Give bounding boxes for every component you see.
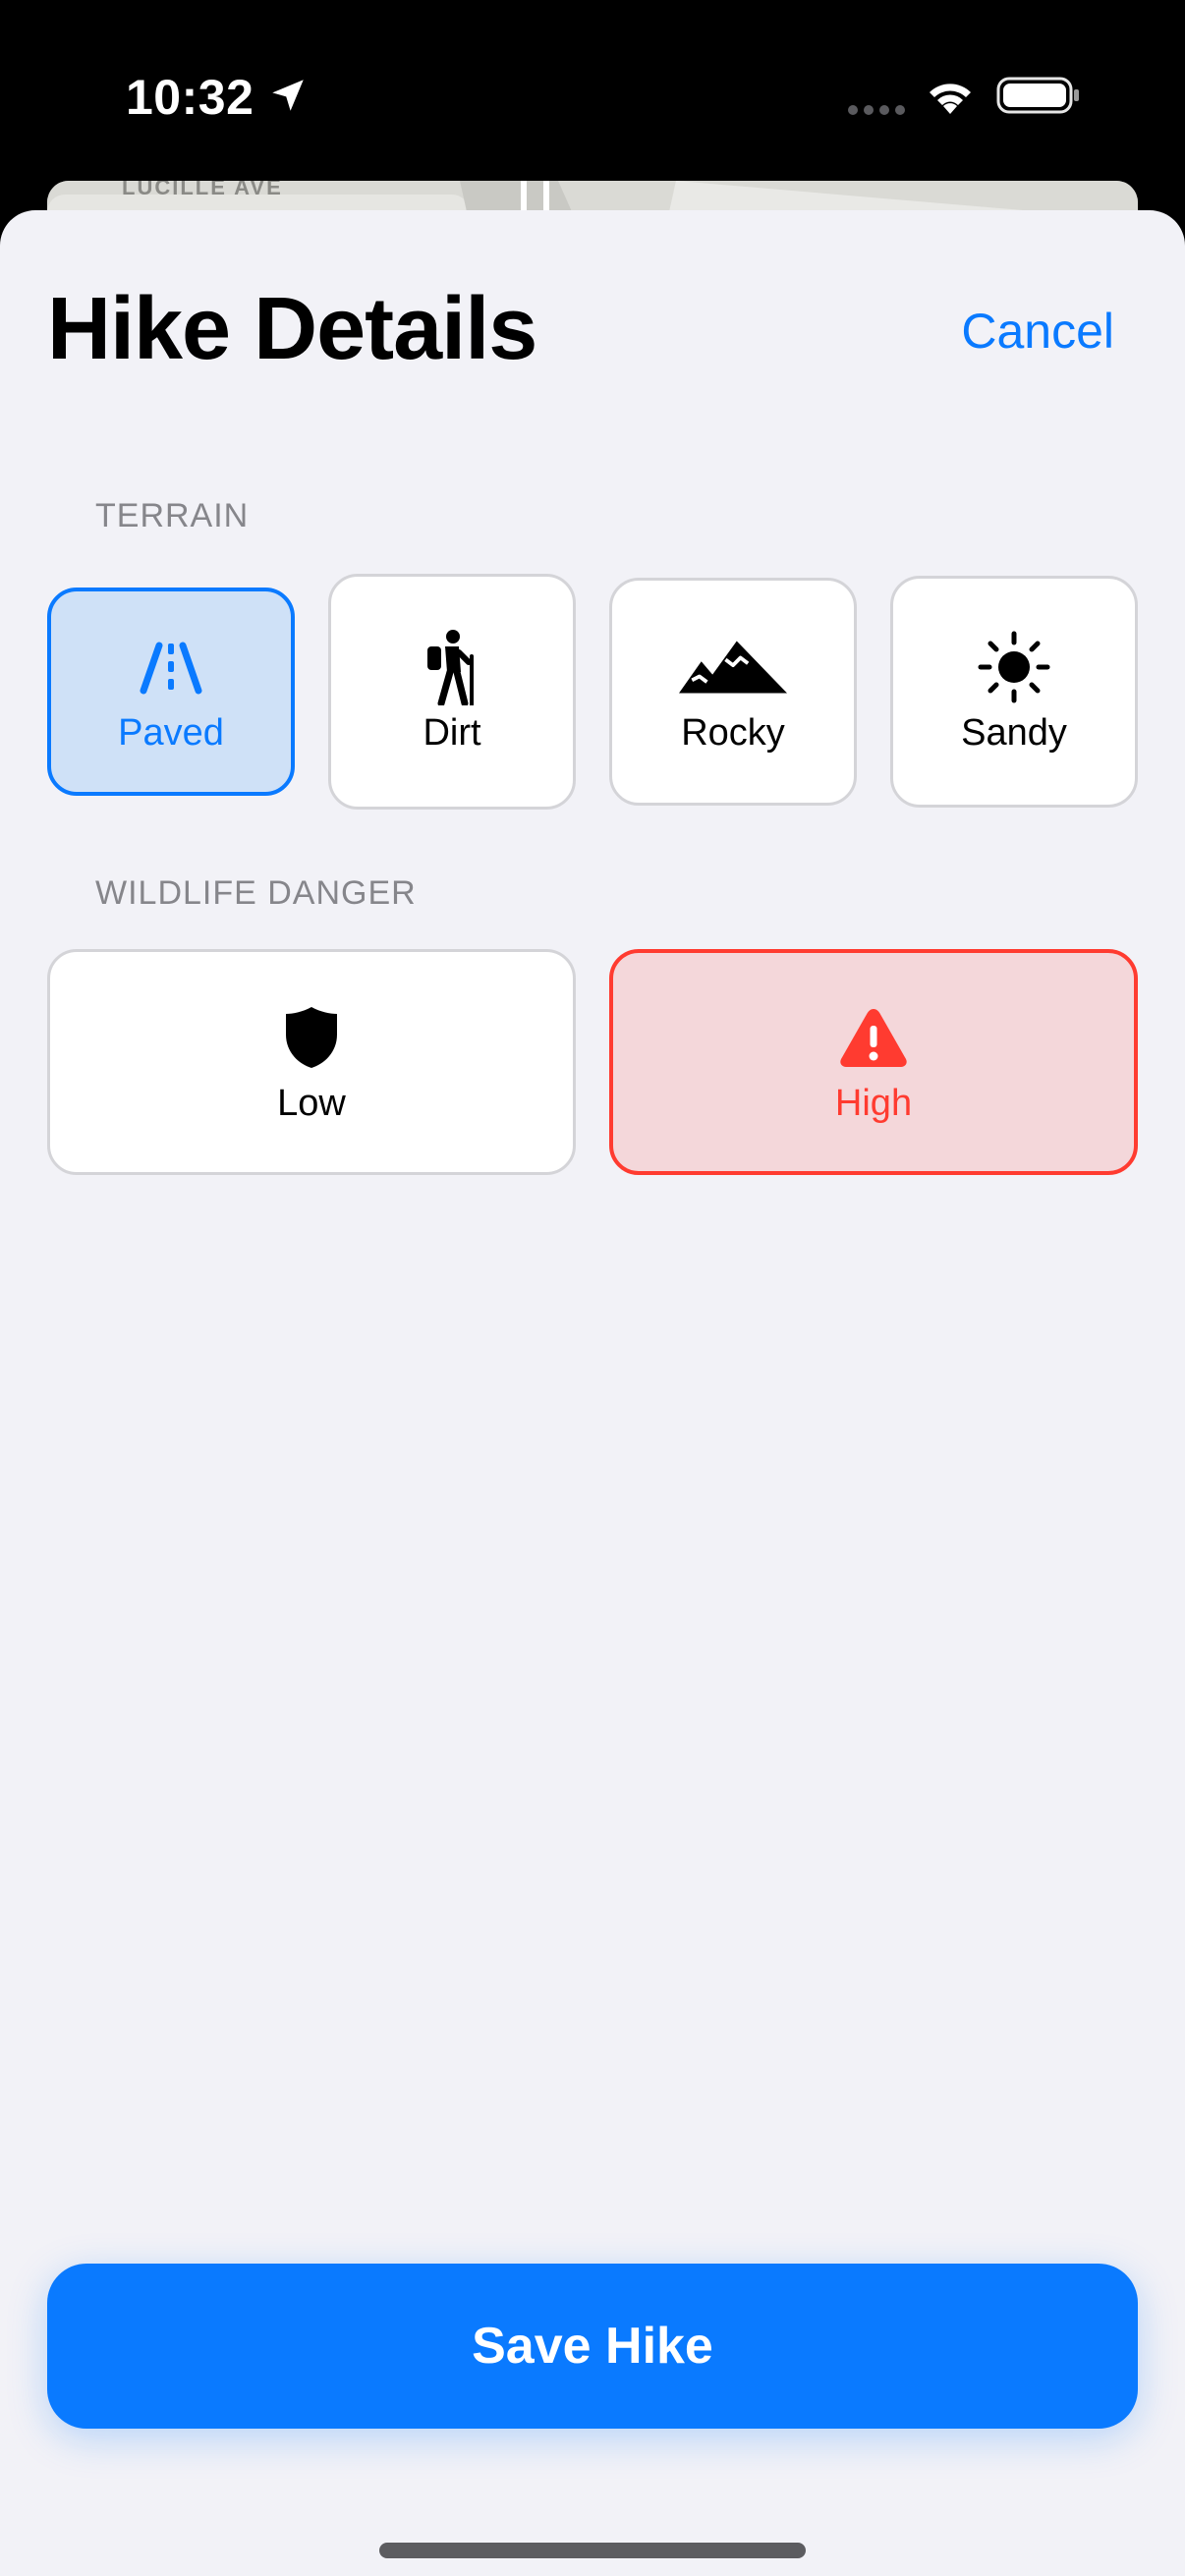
warning-triangle-icon	[819, 1000, 928, 1075]
status-bar: 10:32	[0, 0, 1185, 187]
terrain-option-label: Sandy	[961, 711, 1067, 754]
terrain-option-sandy[interactable]: Sandy	[890, 576, 1138, 808]
terrain-option-rocky[interactable]: Rocky	[609, 578, 857, 806]
location-arrow-icon	[272, 80, 304, 111]
terrain-option-paved[interactable]: Paved	[47, 588, 295, 796]
signal-dots-icon	[848, 105, 905, 115]
wildlife-option-low[interactable]: Low	[47, 949, 576, 1175]
home-indicator	[379, 2543, 806, 2558]
map-street-label: LUCILLE AVE	[122, 181, 283, 199]
sun-icon	[960, 630, 1068, 704]
terrain-option-label: Rocky	[681, 711, 785, 754]
wildlife-option-label: Low	[277, 1082, 346, 1124]
hike-details-sheet: Hike Details Cancel TERRAIN Paved Dirt R…	[0, 210, 1185, 2576]
terrain-option-dirt[interactable]: Dirt	[328, 574, 576, 810]
screen: 10:32 LUCILLE AVE Hike Details Cancel TE…	[0, 0, 1185, 2576]
page-title: Hike Details	[47, 280, 537, 378]
status-time: 10:32	[126, 70, 254, 125]
battery-icon	[996, 77, 1079, 114]
mountains-icon	[679, 630, 787, 704]
shield-icon	[257, 1000, 366, 1075]
cancel-button[interactable]: Cancel	[961, 303, 1114, 360]
wildlife-section-label: WILDLIFE DANGER	[95, 874, 417, 912]
terrain-option-label: Dirt	[423, 711, 481, 754]
wildlife-option-high[interactable]: High	[609, 949, 1138, 1175]
terrain-option-label: Paved	[118, 711, 224, 754]
hiker-icon	[398, 629, 506, 705]
terrain-section-label: TERRAIN	[95, 497, 250, 534]
road-icon	[117, 630, 225, 704]
wifi-icon	[930, 84, 971, 114]
save-hike-button[interactable]: Save Hike	[47, 2264, 1138, 2429]
wildlife-option-label: High	[834, 1082, 913, 1124]
